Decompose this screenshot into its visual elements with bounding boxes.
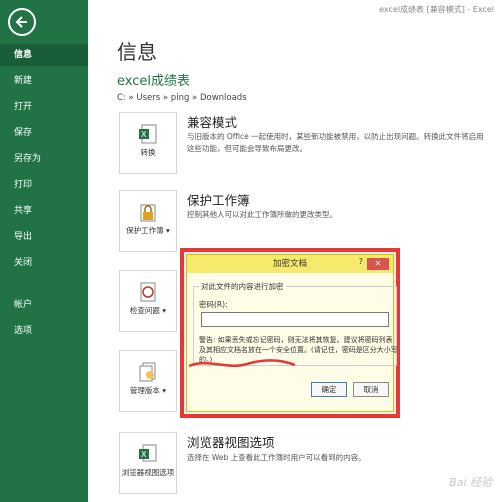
versions-icon bbox=[139, 362, 156, 382]
nav-account[interactable]: 帐户 bbox=[0, 294, 88, 316]
nav-save[interactable]: 保存 bbox=[0, 122, 88, 144]
window-title: excel成绩表 [兼容模式] - Excel bbox=[379, 5, 494, 14]
watermark: Bai 经验 bbox=[449, 476, 492, 489]
svg-text:X: X bbox=[141, 450, 147, 459]
nav-info[interactable]: 信息 bbox=[0, 44, 88, 66]
browser-view-button[interactable]: X 浏览器视图选项 bbox=[119, 432, 177, 494]
nav-close[interactable]: 关闭 bbox=[0, 252, 88, 274]
check-issues-label: 检查问题 bbox=[129, 306, 160, 315]
cancel-button[interactable]: 取消 bbox=[353, 382, 389, 397]
nav-save-as[interactable]: 另存为 bbox=[0, 148, 88, 170]
backstage-sidebar: 信息 新建 打开 保存 另存为 打印 共享 导出 关闭 帐户 选项 bbox=[0, 0, 88, 502]
help-button[interactable]: ? bbox=[359, 257, 363, 266]
ok-button[interactable]: 确定 bbox=[311, 382, 347, 397]
protect-desc: 控制其他人可以对此工作簿所做的更改类型。 bbox=[187, 210, 337, 219]
compat-title: 兼容模式 bbox=[187, 115, 238, 130]
file-path: C: » Users » ping » Downloads bbox=[117, 93, 247, 103]
nav-options[interactable]: 选项 bbox=[0, 320, 88, 342]
nav-share[interactable]: 共享 bbox=[0, 200, 88, 222]
password-input[interactable] bbox=[201, 312, 389, 327]
file-name: excel成绩表 bbox=[117, 74, 190, 89]
arrow-left-icon bbox=[15, 16, 27, 28]
compat-desc: 与旧版本的 Office 一起使用时，某些新功能被禁用，以防止出现问题。转换此文… bbox=[187, 132, 484, 153]
nav-export[interactable]: 导出 bbox=[0, 226, 88, 248]
manage-versions-button[interactable]: 管理版本 ▾ bbox=[119, 350, 177, 412]
group-label: 对此文件的内容进行加密 bbox=[199, 281, 286, 292]
nav-print[interactable]: 打印 bbox=[0, 174, 88, 196]
browser-view-label: 浏览器视图选项 bbox=[121, 468, 175, 477]
back-button[interactable] bbox=[8, 8, 36, 36]
protect-label: 保护工作簿 bbox=[126, 226, 164, 235]
close-button[interactable]: ✕ bbox=[367, 258, 389, 270]
protect-workbook-button[interactable]: 保护工作簿 ▾ bbox=[119, 190, 177, 252]
excel-convert-icon: X bbox=[139, 124, 157, 144]
encrypt-document-dialog: 加密文档 ? ✕ 对此文件的内容进行加密 密码(R): 警告: 如果丢失或忘记密… bbox=[180, 248, 400, 418]
lock-icon bbox=[140, 204, 156, 222]
nav-open[interactable]: 打开 bbox=[0, 96, 88, 118]
nav-new[interactable]: 新建 bbox=[0, 70, 88, 92]
browser-title: 浏览器视图选项 bbox=[187, 435, 275, 450]
convert-button[interactable]: X 转换 bbox=[119, 112, 177, 174]
browser-view-icon: X bbox=[139, 444, 157, 462]
inspect-icon bbox=[140, 282, 156, 302]
svg-text:X: X bbox=[141, 130, 147, 139]
check-issues-button[interactable]: 检查问题 ▾ bbox=[119, 270, 177, 332]
browser-desc: 选择在 Web 上查看此工作簿时用户可以看到的内容。 bbox=[187, 453, 366, 462]
page-title: 信息 bbox=[117, 40, 157, 64]
convert-label: 转换 bbox=[140, 148, 156, 157]
dialog-body: 加密文档 ? ✕ 对此文件的内容进行加密 密码(R): 警告: 如果丢失或忘记密… bbox=[186, 254, 398, 412]
red-underline-annotation bbox=[188, 359, 296, 368]
password-label: 密码(R): bbox=[199, 300, 228, 309]
manage-versions-label: 管理版本 bbox=[129, 386, 160, 395]
protect-title: 保护工作簿 bbox=[187, 193, 250, 208]
